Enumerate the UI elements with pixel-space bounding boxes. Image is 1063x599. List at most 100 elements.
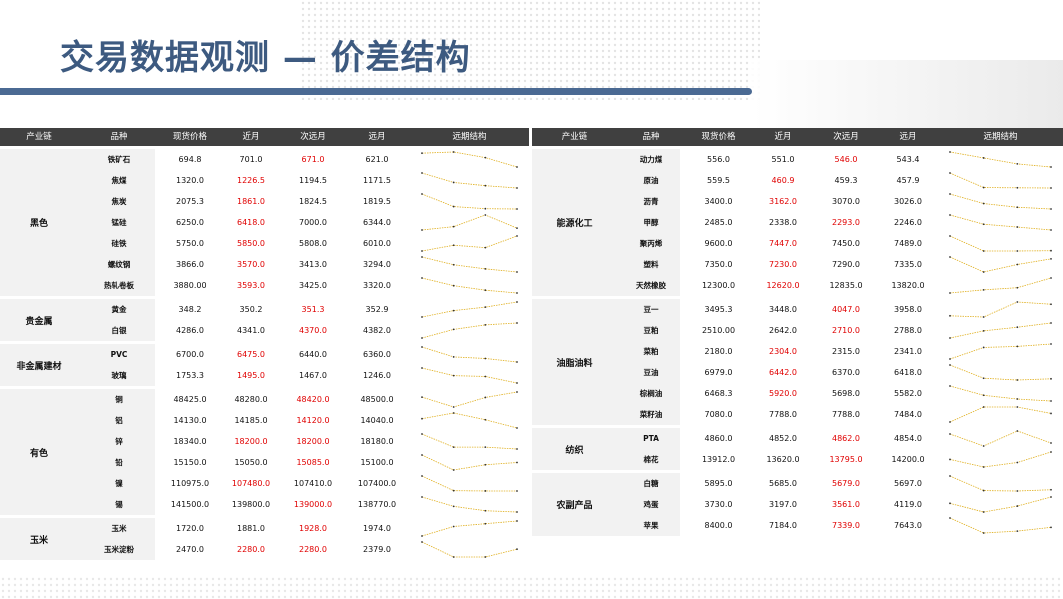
price-far: 15100.0 xyxy=(360,458,394,467)
sparkline-point xyxy=(949,458,951,461)
column-header: 近月 xyxy=(774,132,792,142)
product-name: 豆粕 xyxy=(643,326,659,335)
sparkline-point xyxy=(484,323,487,326)
product-name: 棉花 xyxy=(643,455,659,464)
sparkline-path xyxy=(421,496,518,513)
column-header: 近月 xyxy=(242,132,260,142)
price-near: 701.0 xyxy=(239,155,263,164)
forward-structure-sparkline xyxy=(949,277,1052,294)
industry-chain-label: 贵金属 xyxy=(25,316,53,327)
product-name: PVC xyxy=(110,350,128,359)
price-spot: 9600.0 xyxy=(704,239,733,248)
price-near: 13620.0 xyxy=(766,455,800,464)
forward-structure-sparkline xyxy=(949,172,1052,189)
sparkline-point xyxy=(1016,530,1019,532)
sparkline-point xyxy=(1016,286,1019,289)
forward-structure-sparkline xyxy=(421,496,518,513)
forward-structure-sparkline xyxy=(949,517,1052,534)
sparkline-path xyxy=(949,214,1052,231)
price-next: 13795.0 xyxy=(829,455,863,464)
sparkline-point xyxy=(452,151,455,153)
price-spot: 13912.0 xyxy=(701,455,736,464)
price-near: 551.0 xyxy=(771,155,795,164)
sparkline-point xyxy=(516,271,518,273)
industry-chain-label: 黑色 xyxy=(29,219,48,229)
sparkline-point xyxy=(949,292,951,294)
price-next: 3413.0 xyxy=(299,260,327,269)
sparkline-point xyxy=(452,374,455,377)
price-spot: 6250.0 xyxy=(176,218,204,227)
price-spot: 5895.0 xyxy=(704,479,733,488)
price-spot: 14130.0 xyxy=(173,416,207,425)
sparkline-point xyxy=(1016,163,1019,165)
price-near: 5920.0 xyxy=(769,389,797,398)
price-next: 107410.0 xyxy=(293,479,333,488)
product-name: 菜籽油 xyxy=(639,410,663,419)
price-far: 48500.0 xyxy=(360,395,394,404)
price-next: 7290.0 xyxy=(832,260,860,269)
sparkline-point xyxy=(452,244,455,247)
price-next: 2710.0 xyxy=(832,326,860,335)
price-near: 6442.0 xyxy=(769,368,797,377)
price-near: 2304.0 xyxy=(769,347,797,356)
price-spot: 1320.0 xyxy=(176,176,204,185)
forward-structure-sparkline xyxy=(949,406,1052,423)
sparkline-path xyxy=(421,454,518,471)
price-near: 7230.0 xyxy=(769,260,797,269)
price-spot: 3400.0 xyxy=(704,197,733,206)
sparkline-path xyxy=(421,151,518,168)
sparkline-point xyxy=(452,309,455,312)
price-far: 4854.0 xyxy=(894,434,922,443)
industry-chain-label: 农副产品 xyxy=(556,501,593,511)
price-near: 1226.5 xyxy=(237,176,265,185)
sparkline-point xyxy=(452,406,455,408)
industry-chain-label: 有色 xyxy=(29,448,48,459)
price-next: 139000.0 xyxy=(293,500,333,509)
sparkline-point xyxy=(1016,505,1019,507)
price-near: 14185.0 xyxy=(234,416,268,425)
price-far: 138770.0 xyxy=(357,500,397,509)
price-spot: 110975.0 xyxy=(170,479,210,488)
right-table: 产业链 品种 现货价格 近月 次远月 远月 远期结构 能源化工 动力煤 556.0 551.0 54… xyxy=(532,128,1063,536)
price-near: 5850.0 xyxy=(237,239,265,248)
sparkline-path xyxy=(421,322,518,339)
price-far: 1171.5 xyxy=(363,176,391,185)
sparkline-point xyxy=(421,367,423,369)
sparkline-point xyxy=(982,394,985,397)
sparkline-point xyxy=(982,532,985,534)
price-far: 1819.5 xyxy=(363,197,391,206)
price-far: 7484.0 xyxy=(894,410,922,419)
price-far: 457.9 xyxy=(896,176,920,185)
industry-chain-label: 非金属建材 xyxy=(16,361,62,372)
product-name: 锡 xyxy=(115,500,123,509)
price-near: 3448.0 xyxy=(769,305,797,314)
price-next: 4862.0 xyxy=(832,434,860,443)
sparkline-point xyxy=(949,502,951,505)
column-header: 次远月 xyxy=(300,132,326,142)
price-near: 1495.0 xyxy=(237,371,265,380)
forward-structure-sparkline xyxy=(421,322,518,339)
sparkline-point xyxy=(1050,249,1052,252)
sparkline-point xyxy=(1050,166,1052,168)
price-far: 14040.0 xyxy=(360,416,394,425)
price-spot: 559.5 xyxy=(707,176,730,185)
sparkline-path xyxy=(421,346,518,363)
sparkline-point xyxy=(949,475,951,477)
product-name: 硅铁 xyxy=(111,239,127,248)
product-name: 热轧卷板 xyxy=(104,281,134,290)
price-spot: 3880.00 xyxy=(173,281,207,290)
column-header: 远期结构 xyxy=(983,132,1018,142)
price-spot: 6700.0 xyxy=(176,350,204,359)
forward-structure-sparkline xyxy=(421,475,518,492)
price-spot: 18340.0 xyxy=(173,437,207,446)
product-name: 铜 xyxy=(115,395,123,404)
price-far: 5697.0 xyxy=(894,479,922,488)
forward-structure-sparkline xyxy=(421,520,518,537)
sparkline-point xyxy=(516,511,518,513)
price-far: 3294.0 xyxy=(363,260,391,269)
sparkline-point xyxy=(421,396,423,399)
price-near: 7447.0 xyxy=(769,239,797,248)
forward-structure-sparkline xyxy=(421,172,518,189)
forward-structure-sparkline xyxy=(949,475,1052,492)
sparkline-point xyxy=(516,301,518,303)
